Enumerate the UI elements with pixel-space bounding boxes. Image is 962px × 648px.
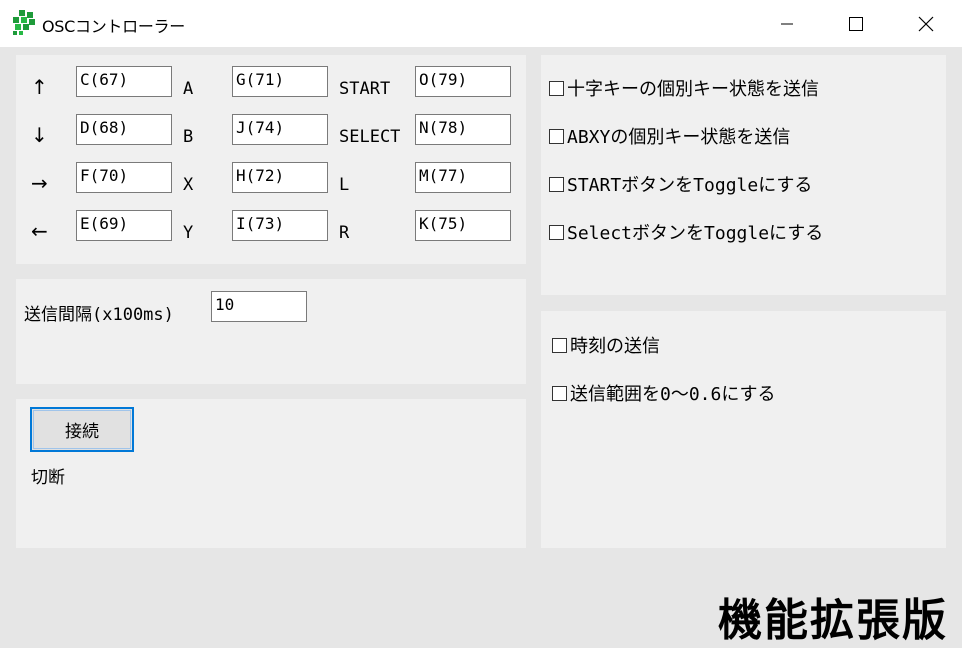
checkbox-icon[interactable] (549, 128, 564, 144)
option-send-range[interactable]: 送信範囲を0～0.6にする (552, 380, 776, 406)
select-key-field[interactable]: N(78) (415, 114, 511, 145)
l-key-field[interactable]: M(77) (415, 162, 511, 193)
face-b-label: B (183, 127, 194, 147)
dpad-left-key-field[interactable]: E(69) (76, 210, 172, 241)
option-abxy-individual[interactable]: ABXYの個別キー状態を送信 (549, 123, 790, 149)
edition-label: 機能拡張版 (718, 595, 948, 646)
maximize-button[interactable] (821, 0, 891, 47)
option-label: ABXYの個別キー状態を送信 (567, 127, 791, 148)
option-start-toggle[interactable]: STARTボタンをToggleにする (549, 171, 812, 197)
checkbox-icon[interactable] (549, 224, 564, 240)
checkbox-icon[interactable] (549, 80, 564, 96)
face-x-key-field[interactable]: H(72) (232, 162, 328, 193)
option-label: SelectボタンをToggleにする (567, 223, 824, 244)
connect-button[interactable]: 接続 (30, 407, 134, 452)
option-label: 十字キーの個別キー状態を送信 (567, 79, 819, 100)
face-a-label: A (183, 79, 194, 99)
checkbox-icon[interactable] (552, 337, 567, 353)
l-label: L (339, 175, 350, 195)
dpad-left-label: ← (31, 219, 48, 243)
checkbox-icon[interactable] (549, 176, 564, 192)
connection-status: 切断 (31, 468, 65, 488)
r-key-field[interactable]: K(75) (415, 210, 511, 241)
face-a-key-field[interactable]: G(71) (232, 66, 328, 97)
start-key-field[interactable]: O(79) (415, 66, 511, 97)
option-dpad-individual[interactable]: 十字キーの個別キー状態を送信 (549, 75, 819, 101)
face-y-key-field[interactable]: I(73) (232, 210, 328, 241)
option-label: 時刻の送信 (570, 336, 660, 357)
start-label: START (339, 79, 391, 99)
dpad-right-label: → (31, 171, 48, 195)
interval-label: 送信間隔(x100ms) (24, 305, 174, 325)
close-icon (918, 16, 934, 31)
minimize-icon (781, 23, 793, 24)
option-label: 送信範囲を0～0.6にする (570, 384, 776, 405)
option-send-time[interactable]: 時刻の送信 (552, 332, 660, 358)
leaf-app-icon (13, 10, 35, 35)
dpad-up-label: ↑ (31, 75, 48, 99)
minimize-button[interactable] (752, 0, 822, 47)
dpad-down-label: ↓ (31, 123, 48, 147)
select-label: SELECT (339, 127, 401, 147)
face-y-label: Y (183, 223, 194, 243)
face-x-label: X (183, 175, 194, 195)
checkbox-icon[interactable] (552, 385, 567, 401)
dpad-right-key-field[interactable]: F(70) (76, 162, 172, 193)
interval-field[interactable]: 10 (211, 291, 307, 322)
close-button[interactable] (891, 0, 961, 47)
window-title: OSCコントローラー (42, 17, 185, 36)
face-b-key-field[interactable]: J(74) (232, 114, 328, 145)
dpad-down-key-field[interactable]: D(68) (76, 114, 172, 145)
maximize-icon (849, 16, 863, 31)
title-bar[interactable]: OSCコントローラー (0, 0, 962, 47)
option-label: STARTボタンをToggleにする (567, 175, 813, 196)
option-select-toggle[interactable]: SelectボタンをToggleにする (549, 219, 823, 245)
connect-button-label: 接続 (65, 422, 99, 442)
r-label: R (339, 223, 350, 243)
dpad-up-key-field[interactable]: C(67) (76, 66, 172, 97)
